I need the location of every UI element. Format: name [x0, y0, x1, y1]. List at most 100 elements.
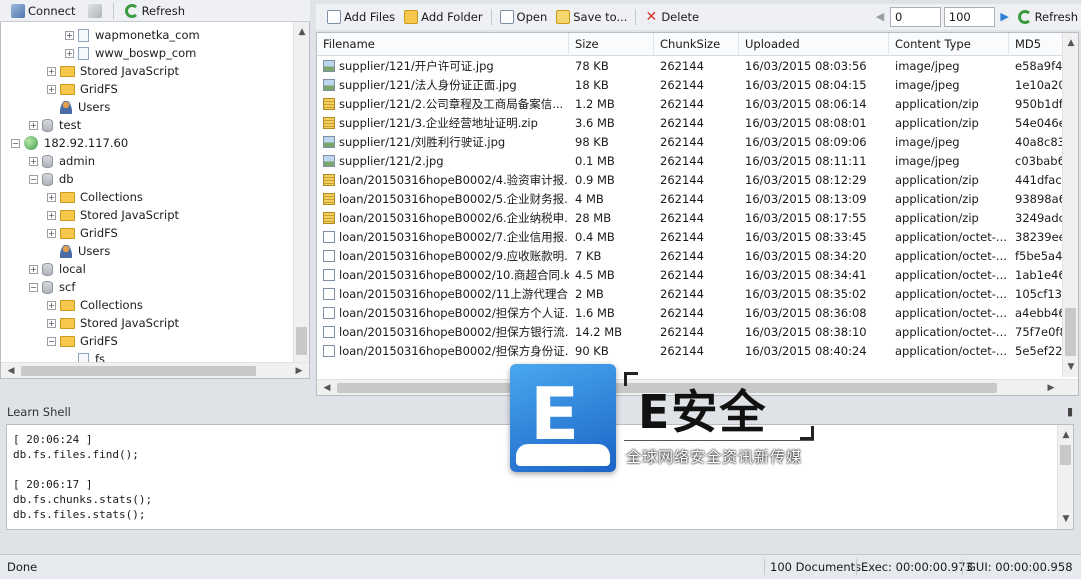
tree-item[interactable]: − db	[29, 170, 74, 188]
expand-icon[interactable]: +	[47, 84, 56, 94]
expand-icon[interactable]: +	[47, 318, 56, 328]
scroll-right-icon[interactable]: ▶	[291, 363, 307, 378]
table-row[interactable]: supplier/121/2.公司章程及工商局备案信... 1.2 MB 26214…	[317, 95, 1077, 114]
tree-item[interactable]: − 182.92.117.60	[11, 134, 128, 152]
grid-refresh-button[interactable]: Refresh	[1015, 7, 1081, 27]
watermark-subtitle: 全球网络安全资讯新传媒	[626, 448, 803, 466]
zip-file-icon	[323, 212, 335, 224]
table-row[interactable]: supplier/121/法人身份证正面.jpg 18 KB 262144 16/03…	[317, 76, 1077, 95]
tree-item[interactable]: Users	[47, 242, 110, 260]
expand-icon[interactable]: +	[47, 300, 56, 310]
limit-field[interactable]: 100	[943, 7, 995, 27]
shell-vertical-scrollbar[interactable]: ▲ ▼	[1057, 425, 1073, 529]
tree-item[interactable]: + GridFS	[47, 80, 118, 98]
previous-page-icon[interactable]: ◀	[873, 10, 887, 24]
expand-icon[interactable]: +	[29, 156, 38, 166]
tree-item[interactable]: − GridFS	[47, 332, 118, 350]
table-row[interactable]: loan/20150316hopeB0002/4.验资审计报... 0.9 MB 2…	[317, 171, 1077, 190]
tree-item[interactable]: + Stored JavaScript	[47, 206, 179, 224]
collapse-icon[interactable]: −	[29, 174, 38, 184]
tree-horizontal-scrollbar[interactable]: ◀ ▶	[1, 362, 309, 378]
folder-icon	[60, 335, 75, 347]
scroll-down-icon[interactable]: ▼	[1058, 511, 1073, 527]
cell-filename: loan/20150316hopeB0002/11上游代理合...	[317, 285, 569, 304]
tree-item[interactable]: + www_boswp_com	[65, 44, 196, 62]
tree-hscroll-thumb[interactable]	[21, 366, 256, 376]
open-icon	[499, 10, 514, 24]
table-row[interactable]: loan/20150316hopeB0002/担保方身份证.kz 90 KB 262…	[317, 342, 1077, 361]
table-row[interactable]: loan/20150316hopeB0002/担保方银行流... 14.2 MB 2…	[317, 323, 1077, 342]
cell-uploaded: 16/03/2015 08:03:56	[745, 59, 867, 73]
collapse-icon[interactable]: −	[29, 282, 38, 292]
open-button[interactable]: Open	[497, 7, 551, 27]
skip-field[interactable]: 0	[890, 7, 941, 27]
collapse-icon[interactable]: −	[47, 336, 56, 346]
scroll-right-icon[interactable]: ▶	[1043, 380, 1059, 395]
table-row[interactable]: supplier/121/开户许可证.jpg 78 KB 262144 16/03/2…	[317, 57, 1077, 76]
next-page-icon[interactable]: ▶	[998, 10, 1012, 24]
scroll-left-icon[interactable]: ◀	[319, 380, 335, 395]
grid-scroll-thumb[interactable]	[1065, 308, 1076, 356]
column-header-uploaded[interactable]: Uploaded	[739, 33, 889, 56]
connect-button[interactable]: Connect	[8, 1, 79, 21]
tree-item[interactable]: Users	[47, 98, 110, 116]
expand-icon[interactable]: +	[65, 30, 74, 40]
column-header-content-type[interactable]: Content Type	[889, 33, 1009, 56]
collapse-icon[interactable]: −	[11, 138, 20, 148]
table-row[interactable]: loan/20150316hopeB0002/9.应收账款明... 7 KB 262…	[317, 247, 1077, 266]
expand-icon[interactable]: +	[47, 228, 56, 238]
table-row[interactable]: loan/20150316hopeB0002/11上游代理合... 2 MB 262…	[317, 285, 1077, 304]
add-folder-button[interactable]: Add Folder	[401, 7, 485, 27]
cell-filename: loan/20150316hopeB0002/10.商超合同.kz	[317, 266, 569, 285]
tree-item[interactable]: + wapmonetka_com	[65, 26, 200, 44]
expand-icon[interactable]: +	[29, 264, 38, 274]
tree-item[interactable]: + Stored JavaScript	[47, 62, 179, 80]
scroll-down-icon[interactable]: ▼	[1063, 359, 1078, 375]
column-header-filename[interactable]: Filename	[317, 33, 569, 56]
column-header-size[interactable]: Size	[569, 33, 654, 56]
status-separator	[962, 559, 963, 575]
table-row[interactable]: loan/20150316hopeB0002/7.企业信用报... 0.4 MB 2…	[317, 228, 1077, 247]
table-row[interactable]: loan/20150316hopeB0002/担保方个人证... 1.6 MB 26…	[317, 304, 1077, 323]
scroll-left-icon[interactable]: ◀	[3, 363, 19, 378]
tree-item-label: Collections	[80, 298, 143, 312]
tree-item[interactable]: + GridFS	[47, 224, 118, 242]
tree-scroll-thumb[interactable]	[296, 327, 307, 355]
table-row[interactable]: supplier/121/3.企业经营地址证明.zip 3.6 MB 262144 1…	[317, 114, 1077, 133]
scroll-up-icon[interactable]: ▲	[294, 24, 309, 40]
grid-vertical-scrollbar[interactable]: ▲ ▼	[1062, 33, 1078, 377]
expand-icon[interactable]: +	[65, 48, 74, 58]
cell-chunk: 262144	[660, 268, 704, 282]
delete-button[interactable]: ✕ Delete	[641, 7, 702, 27]
column-header-chunksize[interactable]: ChunkSize	[654, 33, 739, 56]
table-row[interactable]: supplier/121/2.jpg 0.1 MB 262144 16/03/2015…	[317, 152, 1077, 171]
filename-text: supplier/121/法人身份证正面.jpg	[339, 78, 517, 92]
scroll-up-icon[interactable]: ▲	[1058, 427, 1073, 443]
cell-chunk: 262144	[660, 97, 704, 111]
tree-refresh-button[interactable]: Refresh	[122, 1, 188, 21]
tree-item[interactable]: + admin	[29, 152, 95, 170]
tree-item[interactable]: + Stored JavaScript	[47, 314, 179, 332]
scroll-up-icon[interactable]: ▲	[1063, 35, 1078, 51]
tree-item[interactable]: + Collections	[47, 188, 143, 206]
expand-icon[interactable]: +	[47, 66, 56, 76]
tree-item[interactable]: + local	[29, 260, 86, 278]
pin-icon[interactable]: ▮	[1067, 402, 1073, 422]
tree-vertical-scrollbar[interactable]: ▲ ▼	[293, 22, 309, 372]
add-files-button[interactable]: Add Files	[324, 7, 398, 27]
table-row[interactable]: supplier/121/刘胜利行驶证.jpg 98 KB 262144 16/03/…	[317, 133, 1077, 152]
expand-icon[interactable]: +	[29, 120, 38, 130]
table-row[interactable]: loan/20150316hopeB0002/5.企业财务报... 4 MB 262…	[317, 190, 1077, 209]
disconnect-button[interactable]	[85, 1, 105, 21]
expand-icon[interactable]: +	[47, 210, 56, 220]
shell-scroll-thumb[interactable]	[1060, 445, 1071, 465]
expand-icon[interactable]: +	[47, 192, 56, 202]
tree-item[interactable]: − scf	[29, 278, 75, 296]
table-row[interactable]: loan/20150316hopeB0002/6.企业纳税申... 28 MB 26…	[317, 209, 1077, 228]
save-to-button[interactable]: Save to...	[553, 7, 630, 27]
tree-item[interactable]: + test	[29, 116, 81, 134]
tree-item[interactable]: + Collections	[47, 296, 143, 314]
table-row[interactable]: loan/20150316hopeB0002/10.商超合同.kz 4.5 MB 2…	[317, 266, 1077, 285]
cell-type: image/jpeg	[895, 59, 960, 73]
zip-file-icon	[323, 174, 335, 186]
